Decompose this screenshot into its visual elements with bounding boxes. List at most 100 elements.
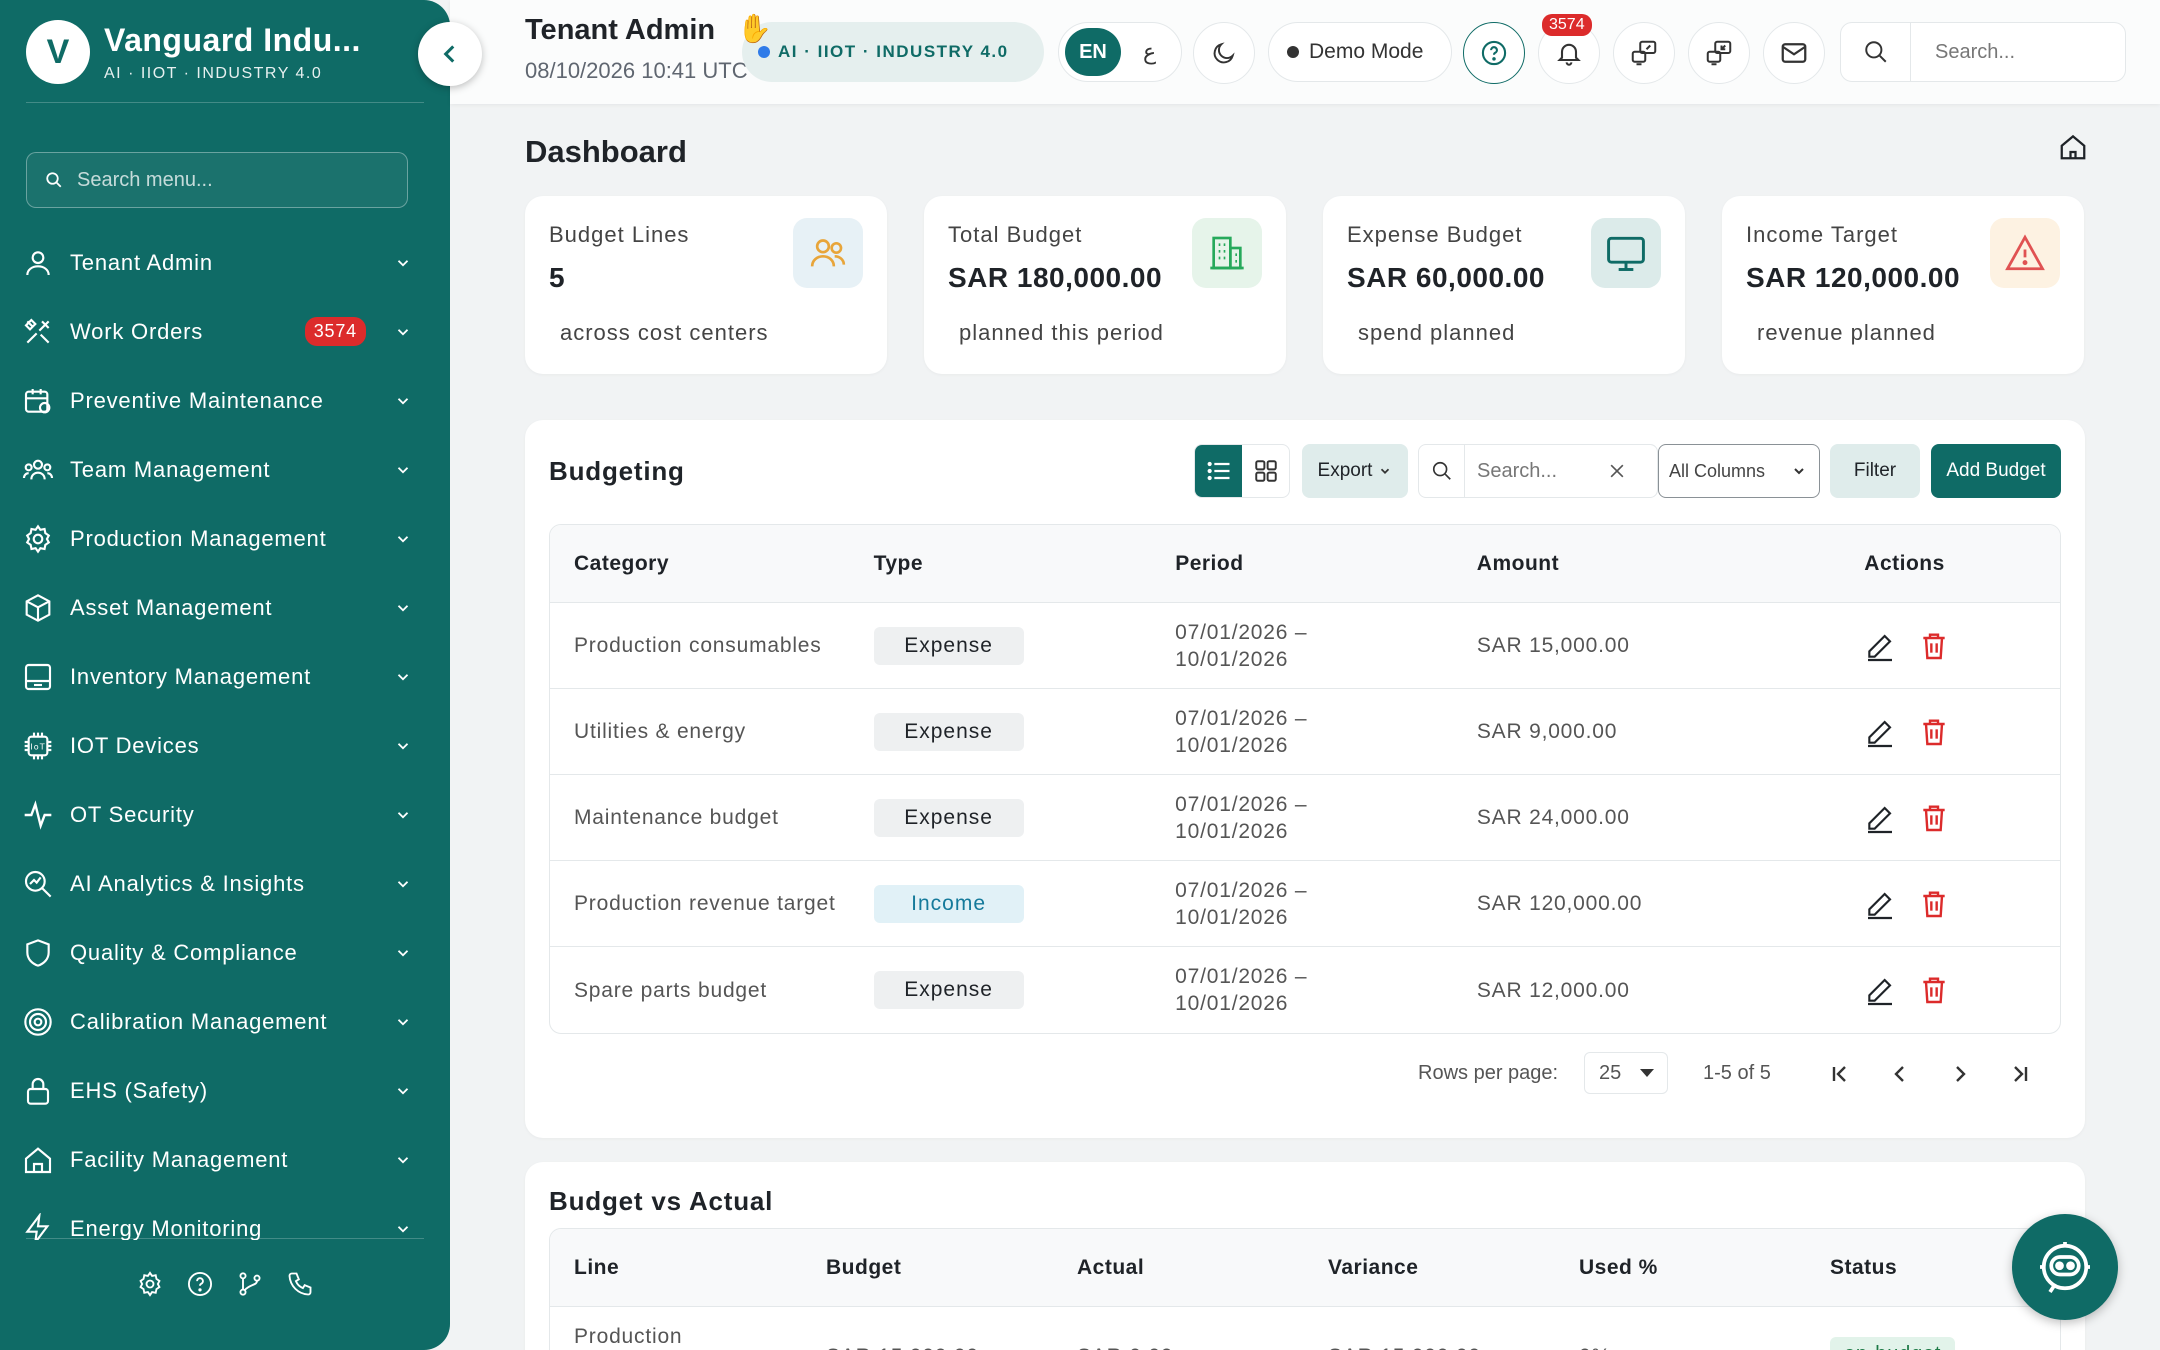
chevron-down-icon [394, 599, 412, 617]
type-chip: Expense [873, 971, 1024, 1009]
list-view-button[interactable] [1195, 445, 1242, 497]
global-search-input[interactable] [1935, 40, 2105, 64]
trash-icon[interactable] [1918, 630, 1950, 662]
last-page-icon[interactable] [2004, 1058, 2036, 1090]
period-cell: 07/01/2026 – 10/01/2026 [1175, 965, 1308, 1015]
notification-count-badge: 3574 [1542, 14, 1592, 36]
sidebar-item-ot-security[interactable]: OT Security [0, 780, 450, 849]
amount-cell: SAR 24,000.00 [1476, 806, 1630, 829]
home-icon[interactable] [2058, 132, 2088, 162]
sidebar-item-iot-devices[interactable]: IoT IOT Devices [0, 711, 450, 780]
collapse-sidebar-button[interactable] [418, 22, 482, 86]
table-row[interactable]: Production SAR 15,000.00 SAR 0.00 SAR 15… [550, 1307, 2060, 1350]
settings-icon[interactable] [136, 1270, 164, 1298]
chat-assistant-button[interactable] [2012, 1214, 2118, 1320]
chevron-down-icon [394, 944, 412, 962]
sidebar-item-work-orders[interactable]: Work Orders 3574 [0, 297, 450, 366]
add-budget-button[interactable]: Add Budget [1931, 444, 2061, 498]
trash-icon[interactable] [1918, 974, 1950, 1006]
table-search[interactable] [1418, 444, 1658, 498]
edit-icon[interactable] [1864, 888, 1896, 920]
global-search[interactable] [1840, 22, 2126, 82]
analytics-icon [22, 868, 54, 900]
table-row[interactable]: Maintenance budget Expense 07/01/2026 – … [550, 775, 2060, 861]
first-page-icon[interactable] [1824, 1058, 1856, 1090]
sidebar-nav: Tenant Admin Work Orders 3574 Preventive… [0, 228, 450, 1240]
next-page-icon[interactable] [1944, 1058, 1976, 1090]
calendar-gear-icon [22, 385, 54, 417]
table-row[interactable]: Spare parts budget Expense 07/01/2026 – … [550, 947, 2060, 1033]
sidebar-search[interactable] [26, 152, 408, 208]
sidebar-item-ehs-safety[interactable]: EHS (Safety) [0, 1056, 450, 1125]
table-row[interactable]: Production revenue target Income 07/01/2… [550, 861, 2060, 947]
trash-icon[interactable] [1918, 802, 1950, 834]
edit-icon[interactable] [1864, 630, 1896, 662]
demo-mode-button[interactable]: Demo Mode [1268, 22, 1452, 82]
git-branch-icon[interactable] [236, 1270, 264, 1298]
actual-cell: SAR 0.00 [1053, 1323, 1304, 1350]
remote-share-button[interactable] [1613, 22, 1675, 84]
sidebar-item-ai-analytics[interactable]: AI Analytics & Insights [0, 849, 450, 918]
column-header[interactable]: Actual [1053, 1254, 1304, 1281]
kpi-subtext: revenue planned [1757, 320, 1936, 345]
close-icon[interactable] [1607, 461, 1627, 481]
table-row[interactable]: Production consumables Expense 07/01/202… [550, 603, 2060, 689]
remote-connect-button[interactable] [1688, 22, 1750, 84]
help-button[interactable] [1463, 22, 1525, 84]
sidebar-item-calibration-management[interactable]: Calibration Management [0, 987, 450, 1056]
edit-icon[interactable] [1864, 802, 1896, 834]
trash-icon[interactable] [1918, 716, 1950, 748]
table-row[interactable]: Utilities & energy Expense 07/01/2026 – … [550, 689, 2060, 775]
period-cell: 07/01/2026 – 10/01/2026 [1175, 706, 1308, 757]
column-header[interactable]: Variance [1304, 1254, 1555, 1281]
table-header: Line Budget Actual Variance Used % Statu… [550, 1229, 2060, 1307]
count-badge: 3574 [304, 317, 366, 346]
rows-per-page-select[interactable]: 25 [1584, 1052, 1668, 1094]
filter-button[interactable]: Filter [1830, 444, 1920, 498]
help-icon[interactable] [186, 1270, 214, 1298]
column-header[interactable]: Used % [1555, 1254, 1806, 1281]
trash-icon[interactable] [1918, 888, 1950, 920]
column-header: Actions [1864, 552, 1945, 575]
sidebar-item-tenant-admin[interactable]: Tenant Admin [0, 228, 450, 297]
prev-page-icon[interactable] [1884, 1058, 1916, 1090]
brand[interactable]: V Vanguard Indu... AI · IIOT · INDUSTRY … [26, 20, 361, 84]
sidebar-item-inventory-management[interactable]: Inventory Management [0, 642, 450, 711]
sidebar-item-quality-compliance[interactable]: Quality & Compliance [0, 918, 450, 987]
sidebar-search-input[interactable] [77, 168, 377, 192]
sidebar-item-label: Production Management [70, 525, 327, 551]
screen-share-icon [1629, 38, 1659, 68]
sidebar-item-production-management[interactable]: Production Management [0, 504, 450, 573]
lang-ar-button[interactable]: ع [1143, 39, 1156, 65]
kpi-label: Total Budget [948, 222, 1083, 247]
lang-en-button[interactable]: EN [1065, 28, 1121, 76]
sidebar-item-team-management[interactable]: Team Management [0, 435, 450, 504]
rows-per-page-label: Rows per page: [1418, 1062, 1559, 1084]
chevron-down-icon [394, 1220, 412, 1238]
language-switcher[interactable]: EN ع [1058, 22, 1182, 82]
status-dot [1287, 46, 1299, 58]
sidebar-item-asset-management[interactable]: Asset Management [0, 573, 450, 642]
grid-view-button[interactable] [1242, 445, 1289, 497]
sidebar-item-energy-monitoring[interactable]: Energy Monitoring [0, 1194, 450, 1240]
home-icon [22, 1144, 54, 1176]
phone-icon[interactable] [286, 1270, 314, 1298]
column-header[interactable]: Line [550, 1254, 802, 1281]
columns-select[interactable]: All Columns [1658, 444, 1820, 498]
column-header[interactable]: Category [550, 550, 850, 577]
table-search-input[interactable] [1477, 459, 1607, 483]
sidebar-item-preventive-maintenance[interactable]: Preventive Maintenance [0, 366, 450, 435]
messages-button[interactable] [1763, 22, 1825, 84]
column-header[interactable]: Amount [1453, 550, 1840, 577]
sidebar-item-facility-management[interactable]: Facility Management [0, 1125, 450, 1194]
edit-icon[interactable] [1864, 974, 1896, 1006]
column-header[interactable]: Budget [802, 1254, 1053, 1281]
column-header[interactable]: Period [1151, 550, 1453, 577]
edit-icon[interactable] [1864, 716, 1896, 748]
column-header[interactable]: Type [850, 550, 1152, 577]
sidebar-item-label: AI Analytics & Insights [70, 870, 305, 896]
kpi-card-budget-lines: Budget Lines 5 across cost centers [525, 196, 887, 374]
search-icon [45, 171, 63, 189]
export-button[interactable]: Export [1302, 444, 1408, 498]
theme-toggle-button[interactable] [1193, 22, 1255, 84]
